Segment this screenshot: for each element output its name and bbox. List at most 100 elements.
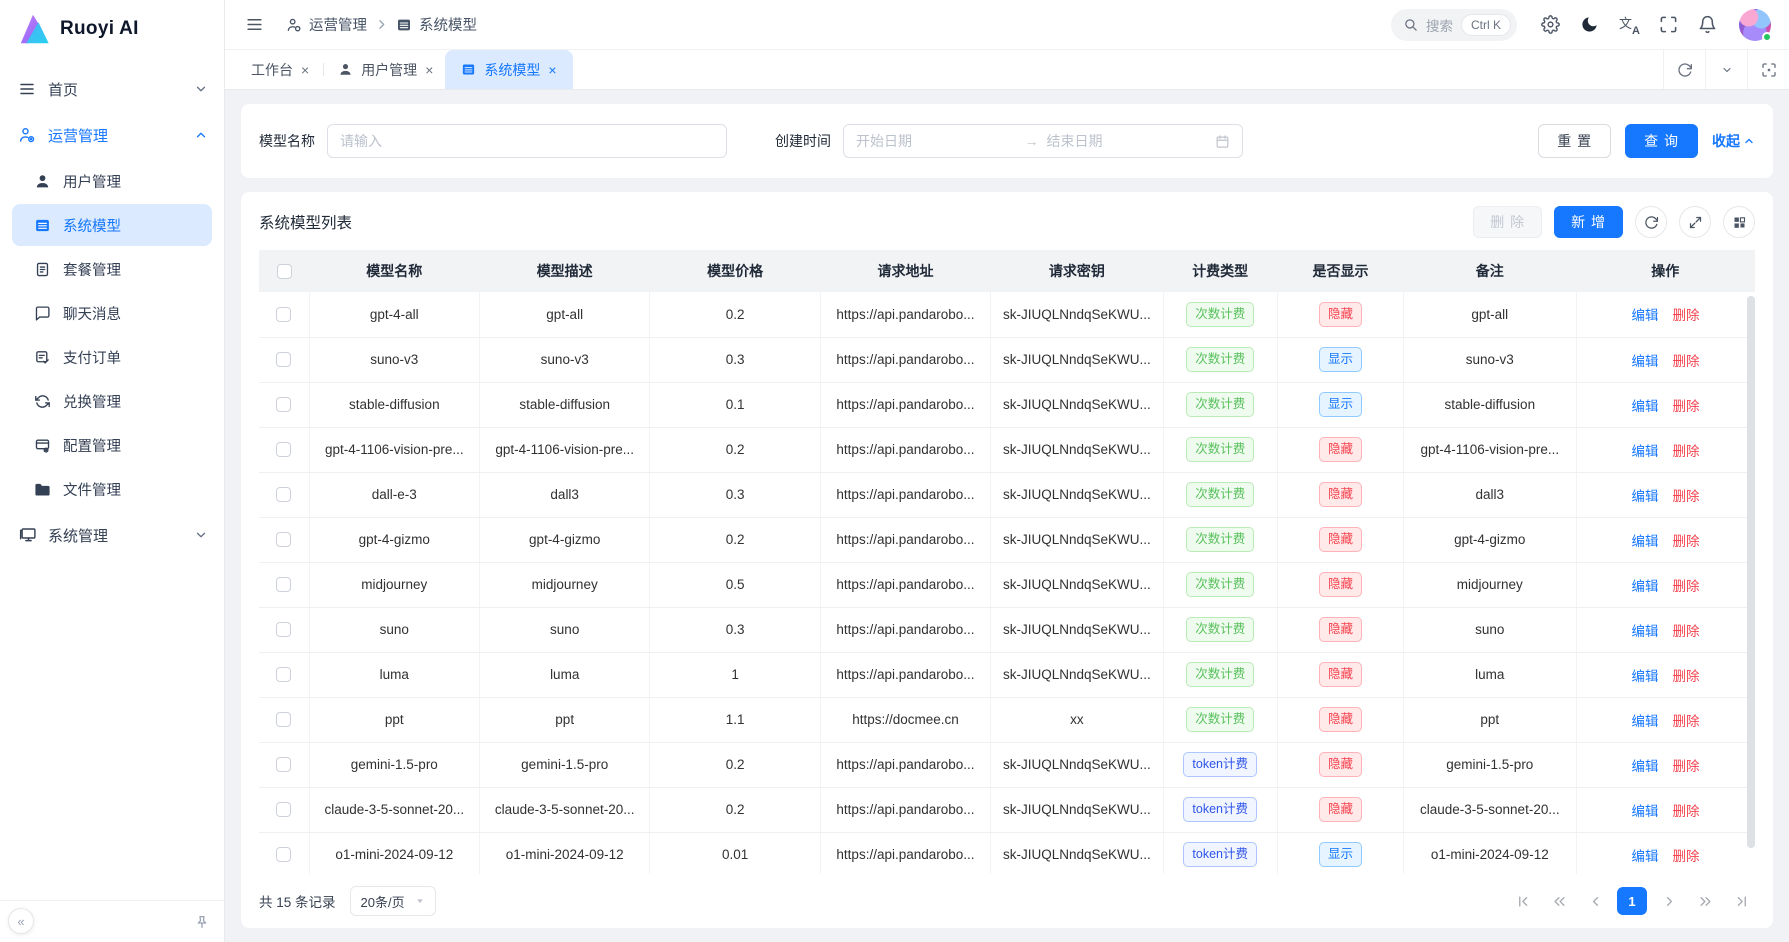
delete-link[interactable]: 删除 [1673, 489, 1700, 504]
first-page-button[interactable] [1509, 887, 1537, 915]
tab-user-management[interactable]: 用户管理 × [326, 50, 445, 89]
breadcrumb-item-system-model[interactable]: 系统模型 [396, 14, 477, 35]
row-checkbox[interactable] [276, 442, 291, 457]
table-fullscreen-button[interactable] [1679, 206, 1711, 238]
select-all-checkbox[interactable] [277, 264, 292, 279]
delete-link[interactable]: 删除 [1673, 354, 1700, 369]
sidebar-item-chat-messages[interactable]: 聊天消息 [12, 292, 212, 334]
row-checkbox[interactable] [276, 622, 291, 637]
delete-link[interactable]: 删除 [1673, 669, 1700, 684]
row-checkbox[interactable] [276, 532, 291, 547]
current-page-button[interactable]: 1 [1617, 887, 1647, 915]
tab-more-button[interactable] [1705, 50, 1747, 89]
edit-link[interactable]: 编辑 [1632, 354, 1659, 369]
sidebar-collapse-button[interactable]: « [8, 908, 34, 934]
edit-link[interactable]: 编辑 [1632, 804, 1659, 819]
edit-link[interactable]: 编辑 [1632, 759, 1659, 774]
collapse-filter-link[interactable]: 收起 [1712, 131, 1755, 151]
tab-system-model[interactable]: 系统模型 × [445, 50, 572, 89]
settings-button[interactable] [1535, 9, 1566, 40]
row-checkbox[interactable] [276, 802, 291, 817]
delete-link[interactable]: 删除 [1673, 804, 1700, 819]
sidebar-item-payment-orders[interactable]: 支付订单 [12, 336, 212, 378]
edit-link[interactable]: 编辑 [1632, 399, 1659, 414]
tab-workbench[interactable]: 工作台 × [239, 50, 321, 89]
row-checkbox[interactable] [276, 757, 291, 772]
row-checkbox[interactable] [276, 352, 291, 367]
chevron-down-icon [194, 528, 208, 542]
prev-page-button[interactable] [1581, 887, 1609, 915]
delete-link[interactable]: 删除 [1673, 624, 1700, 639]
table-refresh-button[interactable] [1635, 206, 1667, 238]
page-size-select[interactable]: 20条/页 [350, 886, 436, 916]
tab-refresh-button[interactable] [1663, 50, 1705, 89]
row-checkbox[interactable] [276, 847, 291, 862]
start-date-input[interactable] [856, 133, 1017, 149]
model-name-input[interactable] [327, 124, 727, 158]
edit-link[interactable]: 编辑 [1632, 849, 1659, 864]
sidebar-item-label: 运营管理 [48, 125, 182, 146]
row-checkbox[interactable] [276, 577, 291, 592]
delete-link[interactable]: 删除 [1673, 308, 1700, 323]
delete-link[interactable]: 删除 [1673, 759, 1700, 774]
menu-toggle-button[interactable] [239, 9, 270, 40]
row-checkbox[interactable] [276, 397, 291, 412]
user-avatar[interactable] [1739, 9, 1771, 41]
close-icon[interactable]: × [425, 63, 433, 77]
column-settings-button[interactable] [1723, 206, 1755, 238]
delete-link[interactable]: 删除 [1673, 579, 1700, 594]
prev-5-pages-button[interactable] [1545, 887, 1573, 915]
delete-link[interactable]: 删除 [1673, 849, 1700, 864]
edit-link[interactable]: 编辑 [1632, 489, 1659, 504]
sidebar-item-config-management[interactable]: 配置管理 [12, 424, 212, 466]
last-page-button[interactable] [1727, 887, 1755, 915]
sidebar-item-redeem-management[interactable]: 兑换管理 [12, 380, 212, 422]
edit-link[interactable]: 编辑 [1632, 579, 1659, 594]
cell-remark: gpt-4-gizmo [1404, 517, 1576, 562]
row-checkbox[interactable] [276, 487, 291, 502]
sidebar-item-system-management[interactable]: 系统管理 [0, 512, 224, 558]
sidebar-item-operations[interactable]: 运营管理 [0, 112, 224, 158]
edit-link[interactable]: 编辑 [1632, 534, 1659, 549]
tab-maximize-button[interactable] [1747, 50, 1789, 89]
close-icon[interactable]: × [548, 63, 556, 77]
date-range-picker[interactable]: → [843, 124, 1243, 158]
next-5-pages-button[interactable] [1691, 887, 1719, 915]
tab-bar: 工作台 × 用户管理 × 系统模型 × [225, 50, 1789, 90]
language-button[interactable]: 文 A [1613, 9, 1645, 41]
table-scrollbar[interactable] [1747, 296, 1755, 848]
edit-link[interactable]: 编辑 [1632, 624, 1659, 639]
cell-visible: 隐藏 [1277, 652, 1403, 697]
cell-url: https://api.pandarobo... [820, 562, 990, 607]
delete-button[interactable]: 删 除 [1473, 206, 1542, 238]
breadcrumb-item-operations[interactable]: 运营管理 [286, 14, 367, 35]
row-checkbox[interactable] [276, 712, 291, 727]
sidebar-item-package-management[interactable]: 套餐管理 [12, 248, 212, 290]
edit-link[interactable]: 编辑 [1632, 444, 1659, 459]
cell-visible: 隐藏 [1277, 292, 1403, 337]
delete-link[interactable]: 删除 [1673, 534, 1700, 549]
add-button[interactable]: 新 增 [1554, 206, 1623, 238]
reset-button[interactable]: 重 置 [1538, 124, 1611, 158]
pin-icon[interactable] [194, 914, 210, 930]
notifications-button[interactable] [1692, 9, 1723, 40]
next-page-button[interactable] [1655, 887, 1683, 915]
row-checkbox[interactable] [276, 667, 291, 682]
global-search[interactable]: 搜索 Ctrl K [1391, 9, 1517, 41]
edit-link[interactable]: 编辑 [1632, 669, 1659, 684]
sidebar-item-home[interactable]: 首页 [0, 66, 224, 112]
search-button[interactable]: 查 询 [1625, 124, 1698, 158]
sidebar-item-system-model[interactable]: 系统模型 [12, 204, 212, 246]
sidebar-item-file-management[interactable]: 文件管理 [12, 468, 212, 510]
delete-link[interactable]: 删除 [1673, 399, 1700, 414]
edit-link[interactable]: 编辑 [1632, 308, 1659, 323]
delete-link[interactable]: 删除 [1673, 444, 1700, 459]
row-checkbox[interactable] [276, 307, 291, 322]
sidebar-item-user-management[interactable]: 用户管理 [12, 160, 212, 202]
dark-mode-button[interactable] [1574, 9, 1605, 40]
edit-link[interactable]: 编辑 [1632, 714, 1659, 729]
fullscreen-button[interactable] [1653, 9, 1684, 40]
delete-link[interactable]: 删除 [1673, 714, 1700, 729]
close-icon[interactable]: × [301, 63, 309, 77]
end-date-input[interactable] [1047, 133, 1208, 149]
